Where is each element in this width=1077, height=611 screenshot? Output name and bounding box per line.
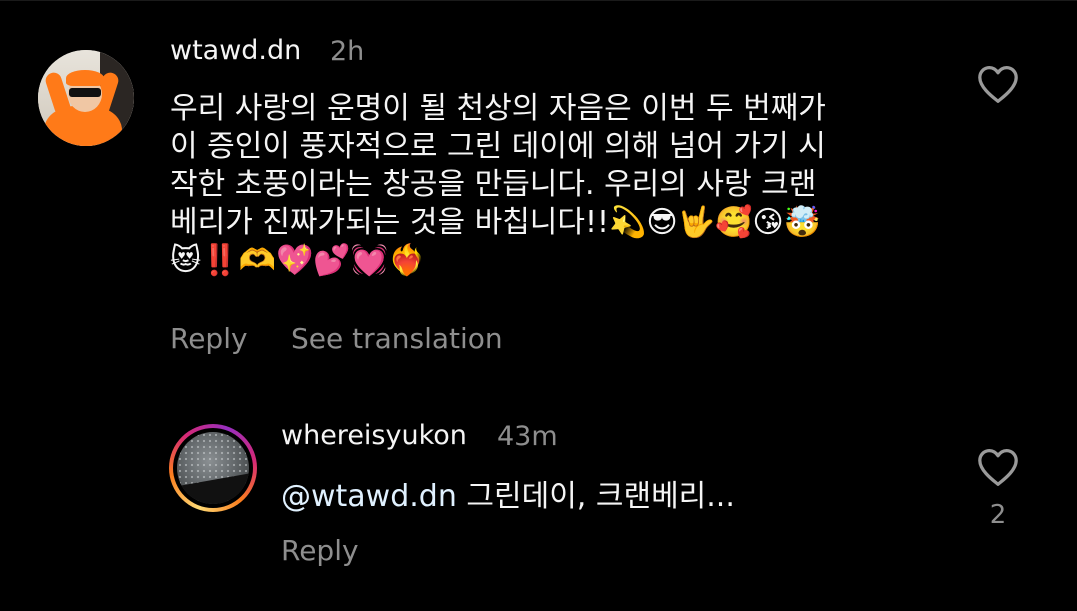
heart-outline-icon[interactable] [976, 64, 1020, 104]
reply-timestamp: 43m [497, 421, 558, 452]
comment-text-line-5: 😻‼️🫶💖💕💓❤️‍🔥 [170, 243, 426, 278]
divider [0, 0, 1077, 1]
reply-username[interactable]: whereisyukon [281, 420, 467, 451]
comment-username[interactable]: wtawd.dn [170, 35, 301, 66]
see-translation-button[interactable]: See translation [291, 322, 503, 355]
avatar[interactable] [38, 50, 134, 146]
comment-text-line-2: 이 증인이 풍자적으로 그린 데이에 의해 넘어 가기 시 [170, 129, 826, 164]
comment-text-line-1: 우리 사랑의 운명이 될 천상의 자음은 이번 두 번째가 [170, 91, 826, 126]
reply-text: @wtawd.dn 그린데이, 크랜베리... [281, 478, 735, 516]
comment-text-line-3: 작한 초풍이라는 창공을 만듭니다. 우리의 사랑 크랜 [170, 167, 817, 202]
like-count: 2 [989, 500, 1007, 530]
heart-outline-icon[interactable] [976, 447, 1020, 487]
comment-text-line-4: 베리가 진짜가되는 것을 바칩니다!!💫😎🤟🥰😘🤯 [170, 205, 822, 240]
reply-button[interactable]: Reply [170, 322, 248, 355]
reply-avatar[interactable] [169, 424, 257, 512]
reply-text-content: 그린데이, 크랜베리... [456, 479, 735, 514]
reply-reply-button[interactable]: Reply [281, 534, 359, 567]
mention-link[interactable]: @wtawd.dn [281, 479, 457, 514]
comment-timestamp: 2h [330, 36, 365, 67]
